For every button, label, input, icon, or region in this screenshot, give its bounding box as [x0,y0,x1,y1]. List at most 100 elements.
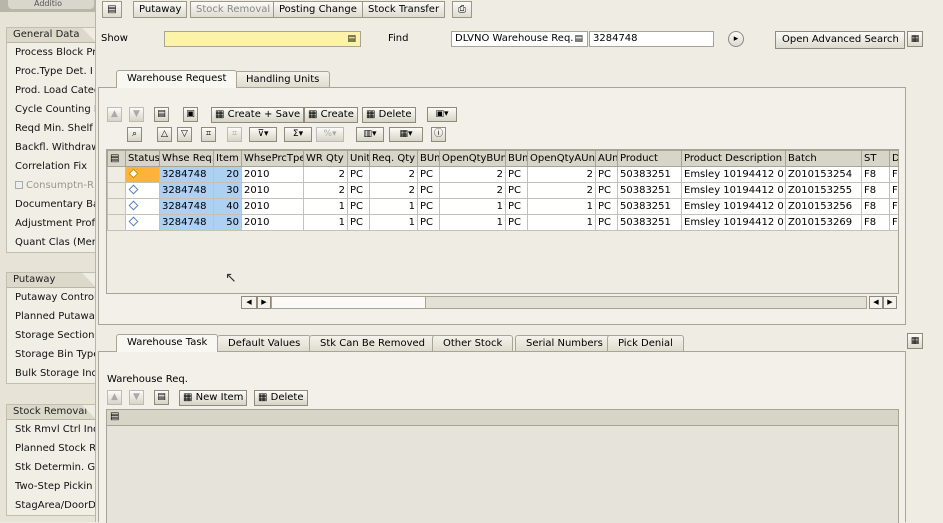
table-cell[interactable]: 2 [369,166,418,183]
move-up-icon[interactable]: ▲ [107,107,122,122]
tab-warehouse-task[interactable]: Warehouse Task [116,334,219,352]
move-up-icon[interactable]: ▲ [107,390,122,405]
table-cell[interactable]: F8 [889,166,898,183]
nav-item[interactable]: Correlation Fix [7,157,95,176]
table-cell[interactable]: Z010153255 [785,182,862,199]
table-cell[interactable]: 2 [369,182,418,199]
table-cell[interactable]: 1 [303,214,348,231]
open-advanced-search-button[interactable]: Open Advanced Search [775,31,905,49]
move-down-icon[interactable]: ▼ [129,107,144,122]
table-cell[interactable]: 2010 [241,214,304,231]
table-cell[interactable]: 40 [213,198,242,215]
column-header[interactable]: AUn [595,150,618,167]
column-header[interactable]: Batch [785,150,862,167]
nav-item[interactable]: StagArea/DoorD [7,496,95,515]
nav-item[interactable]: Proc.Type Det. I [7,62,95,81]
table-cell[interactable]: Emsley 10194412 01 [681,166,786,183]
move-down-icon[interactable]: ▼ [129,390,144,405]
column-header[interactable]: De [889,150,898,167]
info-icon[interactable]: ⓘ [431,127,446,142]
nav-group-title[interactable]: Stock Removal [7,405,95,420]
nav-item[interactable]: Planned Stock R [7,439,95,458]
tab-serial-numbers[interactable]: Serial Numbers [515,335,614,352]
tab-stk-can-be-removed[interactable]: Stk Can Be Removed [309,335,436,352]
table-cell[interactable]: PC [505,198,528,215]
nav-item[interactable]: Prod. Load Categ [7,81,95,100]
settings-icon[interactable]: ▦ [907,31,923,47]
nav-item[interactable]: Stk Rmvl Ctrl Ind [7,420,95,439]
find-icon[interactable]: ⌗ [201,127,216,142]
putaway-button[interactable]: Putaway [133,1,188,18]
table-cell[interactable]: PC [505,182,528,199]
document-icon[interactable]: ▤ [102,1,122,18]
sort-descending-icon[interactable]: ▽ [177,127,192,142]
new-item-button[interactable]: ▦ New Item [179,390,248,406]
table-cell[interactable]: 1 [439,214,506,231]
delete-task-button[interactable]: ▦ Delete [254,390,308,406]
nav-item[interactable]: Planned Putaway [7,307,95,326]
table-cell[interactable]: Z010153256 [785,198,862,215]
scroll-left-end-icon[interactable]: ◀ [869,296,883,309]
table-cell[interactable]: 2 [303,166,348,183]
tab-warehouse-request[interactable]: Warehouse Request [116,70,238,88]
table-cell[interactable]: 2 [527,182,596,199]
table-cell[interactable]: F8 [889,214,898,231]
tab-default-values[interactable]: Default Values [217,335,312,352]
posting-change-button[interactable]: Posting Change [273,1,363,18]
table-cell[interactable]: 2 [439,166,506,183]
table-cell[interactable]: PC [595,198,618,215]
status-cell[interactable] [125,214,160,231]
table-cell[interactable]: PC [505,166,528,183]
column-header[interactable]: OpenQtyAUn [527,150,596,167]
column-header[interactable]: Req. Qty [369,150,418,167]
row-selector[interactable] [107,182,126,199]
details-icon[interactable]: ▤ [154,390,169,405]
column-header[interactable]: BUn [417,150,440,167]
stock-transfer-button[interactable]: Stock Transfer [362,1,446,18]
print-preview-icon[interactable]: ▥▾ [356,127,384,142]
table-cell[interactable]: F8 [889,182,898,199]
table-row[interactable]: 3284748 20 2010 2 PC 2 PC 2 PC 2 PC 50383251 Emsley … [107,166,898,183]
scroll-right-icon[interactable]: ▶ [257,296,271,309]
column-header[interactable]: Product Description [681,150,786,167]
table-row[interactable]: 3284748 30 2010 2 PC 2 PC 2 PC 2 PC 50383251 Emsley … [107,182,898,199]
table-cell[interactable]: 50383251 [617,214,682,231]
table-cell[interactable]: F8 [861,214,890,231]
nav-group-title[interactable]: Putaway [7,273,95,288]
table-cell[interactable]: 30 [213,182,242,199]
status-cell[interactable] [125,182,160,199]
table-cell[interactable]: F8 [889,198,898,215]
table-cell[interactable]: Z010153269 [785,214,862,231]
nav-item[interactable]: Putaway Control [7,288,95,307]
column-header[interactable]: BUn [505,150,528,167]
show-input[interactable]: ▤ [164,31,361,47]
sort-ascending-icon[interactable]: △ [157,127,172,142]
table-cell[interactable]: PC [417,182,440,199]
nav-item[interactable]: Storage Bin Type [7,345,95,364]
column-header[interactable]: Whse Req. [159,150,214,167]
column-header[interactable]: WR Qty [303,150,348,167]
table-row[interactable]: 3284748 40 2010 1 PC 1 PC 1 PC 1 PC 50383251 Emsley … [107,198,898,215]
layout-icon[interactable]: ▦▾ [389,127,423,142]
table-cell[interactable]: F8 [861,182,890,199]
nav-item[interactable]: Two-Step Pickin [7,477,95,496]
column-header[interactable]: ST [861,150,890,167]
tab-handling-units[interactable]: Handling Units [235,71,331,88]
print-icon[interactable]: ⎙ [452,1,472,18]
tab-pick-denial[interactable]: Pick Denial [607,335,684,352]
table-cell[interactable]: 3284748 [159,214,214,231]
table-cell[interactable]: PC [347,166,370,183]
table-cell[interactable]: PC [595,182,618,199]
row-selector[interactable] [107,214,126,231]
save-icon[interactable]: ▣ [183,107,198,122]
table-cell[interactable]: 1 [527,198,596,215]
sum-icon[interactable]: Σ▾ [284,127,312,142]
column-header[interactable]: Product [617,150,682,167]
scroll-left-icon[interactable]: ◀ [241,296,257,309]
table-cell[interactable]: 1 [303,198,348,215]
export-icon[interactable]: ▣▾ [427,107,457,122]
find-type-select[interactable]: DLVNO Warehouse Req. ▤ [451,31,588,47]
table-row[interactable]: 3284748 50 2010 1 PC 1 PC 1 PC 1 PC 50383251 Emsley … [107,214,898,231]
table-cell[interactable]: 50383251 [617,198,682,215]
nav-item[interactable]: Backfl. Withdraw [7,138,95,157]
